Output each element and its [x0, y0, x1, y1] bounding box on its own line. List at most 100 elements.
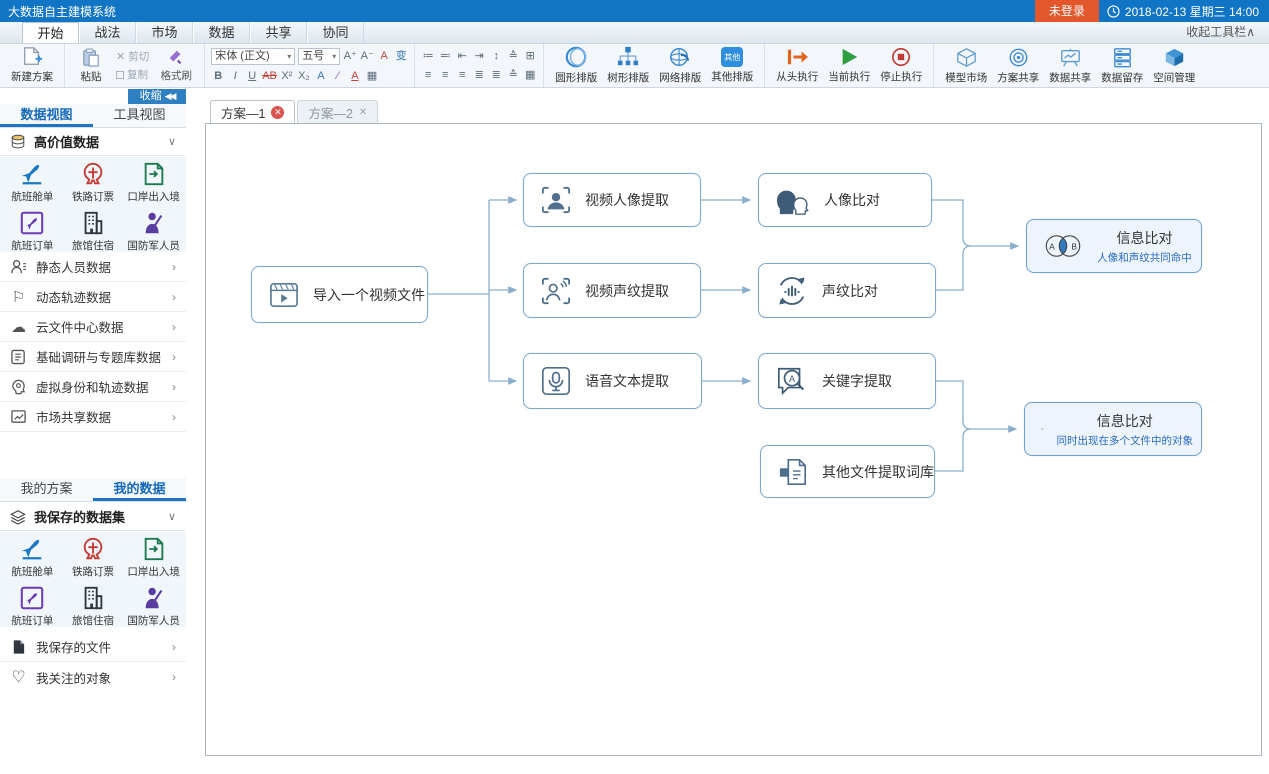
dataset-flight-order[interactable]: 航班订单 — [2, 585, 63, 628]
grow-font-button[interactable]: A⁺ — [343, 48, 357, 64]
paste-button[interactable]: 粘贴 — [71, 45, 111, 87]
text-direction-button[interactable]: ↕ — [489, 48, 503, 64]
sidebar-collapse-button[interactable]: 收缩◀◀ — [128, 89, 186, 104]
run-from-start-button[interactable]: 从头执行 — [771, 45, 823, 87]
data-retention-button[interactable]: 数据留存 — [1096, 45, 1148, 87]
other-layout-button[interactable]: 其他 其他排版 — [706, 45, 758, 87]
number-list-button[interactable]: ≕ — [438, 48, 452, 64]
dataset-military-personnel[interactable]: 国防军人员 — [123, 210, 184, 253]
superscript-button[interactable]: X² — [280, 68, 294, 84]
node-info-compare-1[interactable]: A B 信息比对 人像和声纹共同命中 — [1026, 219, 1202, 273]
category-virtual-identity-data[interactable]: 虚拟身份和轨迹数据› — [0, 372, 186, 402]
bullet-list-button[interactable]: ≔ — [421, 48, 435, 64]
data-share-button[interactable]: 数据共享 — [1044, 45, 1096, 87]
person-icon — [10, 259, 27, 275]
node-other-files-lexicon[interactable]: 其他文件提取词库 — [760, 445, 935, 498]
circle-layout-button[interactable]: 圆形排版 — [550, 45, 602, 87]
font-effects-button[interactable]: A — [314, 68, 328, 84]
char-border-button[interactable]: ▦ — [365, 68, 379, 84]
menu-tab-tactics[interactable]: 战法 — [79, 22, 136, 43]
stop-run-button[interactable]: 停止执行 — [875, 45, 927, 87]
space-manage-button[interactable]: 空间管理 — [1148, 45, 1200, 87]
network-layout-button[interactable]: 网络排版 — [654, 45, 706, 87]
collapse-toolbar-button[interactable]: 收起工具栏∧ — [1186, 22, 1269, 43]
shading-button[interactable]: ▦ — [523, 67, 537, 83]
node-voiceprint-compare[interactable]: 声纹比对 — [758, 263, 936, 318]
subscript-button[interactable]: X₂ — [297, 68, 311, 84]
justify-button[interactable]: ≣ — [472, 67, 486, 83]
category-cloud-file-data[interactable]: ☁ 云文件中心数据› — [0, 312, 186, 342]
font-color-button[interactable]: A — [348, 68, 362, 84]
font-size-select[interactable]: 五号▾ — [298, 48, 340, 65]
align-right-button[interactable]: ≡ — [455, 67, 469, 83]
menu-tab-market[interactable]: 市场 — [136, 22, 193, 43]
tab-my-plans[interactable]: 我的方案 — [0, 478, 93, 501]
close-tab-icon[interactable]: ✕ — [271, 106, 284, 119]
tab-data-view[interactable]: 数据视图 — [0, 104, 93, 127]
run-current-button[interactable]: 当前执行 — [823, 45, 875, 87]
close-tab-icon[interactable]: ✕ — [359, 107, 367, 118]
menu-tab-share[interactable]: 共享 — [250, 22, 307, 43]
dataset-flight-manifest[interactable]: 航班舱单 — [2, 536, 63, 579]
dataset-border-entry-exit[interactable]: 口岸出入境 — [123, 536, 184, 579]
new-plan-button[interactable]: 新建方案 — [6, 45, 58, 87]
decrease-indent-button[interactable]: ⇤ — [455, 48, 469, 64]
group-font: 宋体 (正文)▾ 五号▾ A⁺ A⁻ A 变 B I U AB X² X₂ A … — [205, 44, 415, 87]
dataset-rail-ticket[interactable]: 铁路订票 — [63, 161, 124, 204]
node-info-compare-2[interactable]: A B 信息比对 同时出现在多个文件中的对象 — [1024, 402, 1202, 456]
sidebar-my-tabs: 我的方案 我的数据 — [0, 478, 186, 502]
dataset-flight-order[interactable]: 航班订单 — [2, 210, 63, 253]
char-color-button[interactable]: A — [377, 48, 391, 64]
format-painter-button[interactable]: 格式刷 — [154, 45, 198, 87]
node-face-compare[interactable]: 人像比对 — [758, 173, 932, 227]
row-my-followed-objects[interactable]: ♡ 我关注的对象› — [0, 662, 186, 692]
menu-tab-data[interactable]: 数据 — [193, 22, 250, 43]
category-dynamic-track-data[interactable]: ⚐ 动态轨迹数据› — [0, 282, 186, 312]
shrink-font-button[interactable]: A⁻ — [360, 48, 374, 64]
underline-button[interactable]: U — [245, 68, 259, 84]
dataset-hotel-stay[interactable]: 旅馆住宿 — [63, 210, 124, 253]
node-speech-text-extract[interactable]: 语音文本提取 — [523, 353, 702, 409]
bold-button[interactable]: B — [211, 68, 225, 84]
copy-button[interactable]: 复制 — [116, 67, 149, 82]
node-import-video[interactable]: 导入一个视频文件 — [251, 266, 428, 323]
italic-button[interactable]: I — [228, 68, 242, 84]
category-research-library-data[interactable]: 基础调研与专题库数据› — [0, 342, 186, 372]
tab-my-data[interactable]: 我的数据 — [93, 478, 186, 501]
model-market-button[interactable]: 模型市场 — [940, 45, 992, 87]
dataset-hotel-stay[interactable]: 旅馆住宿 — [63, 585, 124, 628]
align-left-button[interactable]: ≡ — [421, 67, 435, 83]
table-button[interactable]: ⊞ — [523, 48, 537, 64]
plan-tab-1[interactable]: 方案—1 ✕ — [210, 100, 295, 123]
high-value-data-header[interactable]: 高价值数据 ∨ — [0, 128, 186, 156]
cut-button[interactable]: ✕剪切 — [116, 49, 149, 64]
strikethrough-button[interactable]: AB — [262, 68, 277, 84]
change-case-button[interactable]: 变 — [394, 48, 408, 64]
line-spacing-button[interactable]: ≙ — [506, 67, 520, 83]
dataset-rail-ticket[interactable]: 铁路订票 — [63, 536, 124, 579]
distribute-button[interactable]: ≣ — [489, 67, 503, 83]
plan-tab-2[interactable]: 方案—2 ✕ — [297, 100, 378, 123]
login-status-badge[interactable]: 未登录 — [1035, 0, 1099, 22]
dataset-military-personnel[interactable]: 国防军人员 — [123, 585, 184, 628]
row-my-saved-files[interactable]: 我保存的文件› — [0, 632, 186, 662]
highlight-button[interactable]: ∕ — [331, 68, 345, 84]
plan-share-button[interactable]: 方案共享 — [992, 45, 1044, 87]
dataset-border-entry-exit[interactable]: 口岸出入境 — [123, 161, 184, 204]
menu-tab-collab[interactable]: 协同 — [307, 22, 364, 43]
flow-canvas[interactable]: 导入一个视频文件 视频人像提取 人像比对 视频声纹提取 声纹比对 语音文本提取 … — [205, 123, 1262, 756]
align-center-button[interactable]: ≡ — [438, 67, 452, 83]
font-family-select[interactable]: 宋体 (正文)▾ — [211, 48, 295, 65]
sort-button[interactable]: ≙ — [506, 48, 520, 64]
node-keyword-extract[interactable]: A 关键字提取 — [758, 353, 936, 409]
category-market-shared-data[interactable]: 市场共享数据› — [0, 402, 186, 432]
tab-tool-view[interactable]: 工具视图 — [93, 104, 186, 127]
increase-indent-button[interactable]: ⇥ — [472, 48, 486, 64]
category-static-person-data[interactable]: 静态人员数据› — [0, 252, 186, 282]
dataset-flight-manifest[interactable]: 航班舱单 — [2, 161, 63, 204]
tree-layout-button[interactable]: 树形排版 — [602, 45, 654, 87]
saved-dataset-header[interactable]: 我保存的数据集 ∨ — [0, 503, 186, 531]
node-face-extract[interactable]: 视频人像提取 — [523, 173, 701, 227]
node-voiceprint-extract[interactable]: 视频声纹提取 — [523, 263, 701, 318]
menu-tab-start[interactable]: 开始 — [22, 22, 79, 43]
